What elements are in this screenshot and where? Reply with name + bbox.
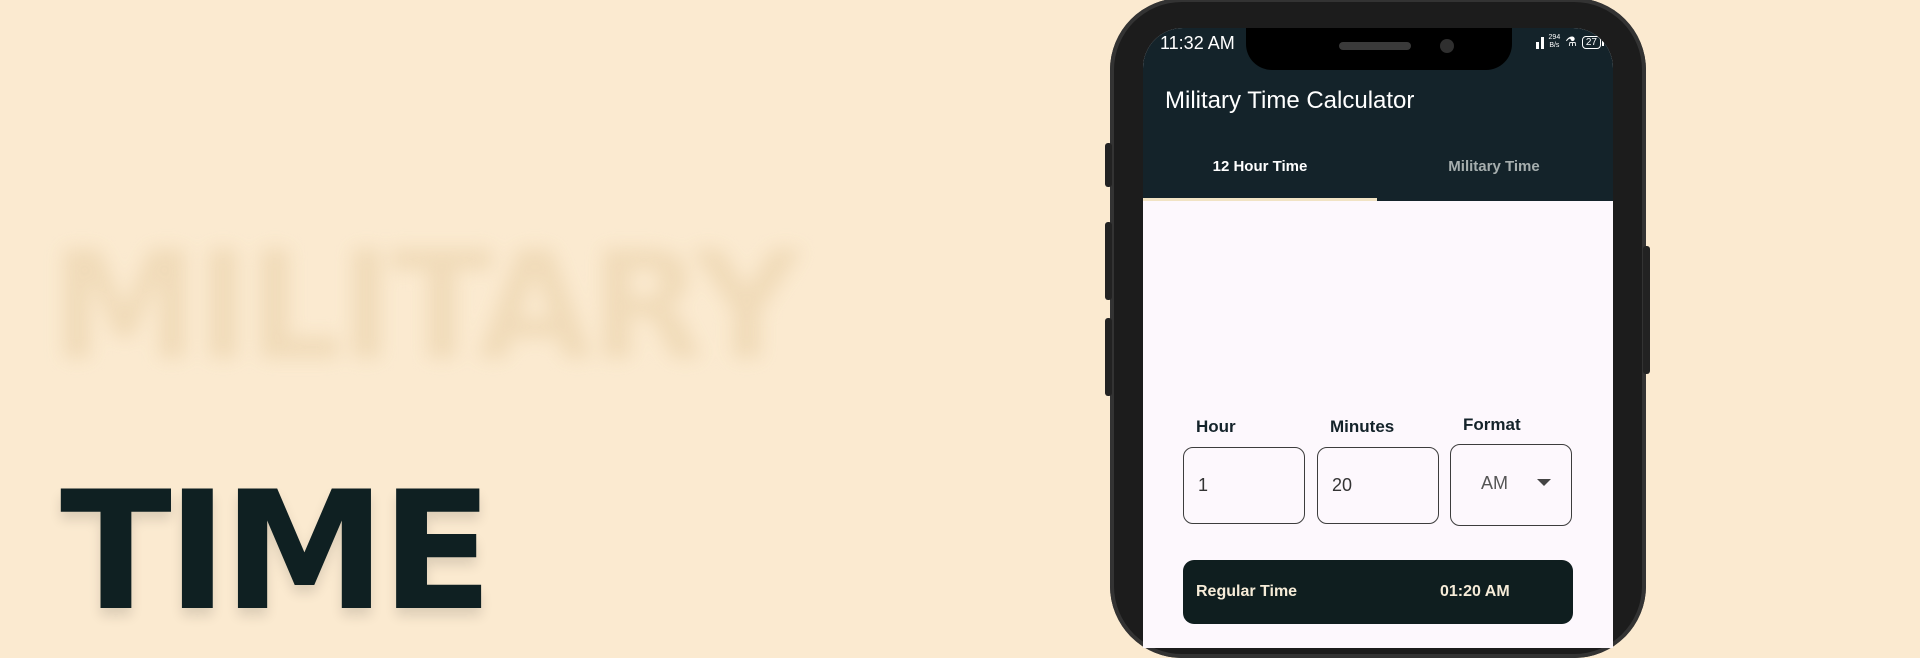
net-speed-unit: B/s <box>1549 42 1560 49</box>
format-label: Format <box>1463 415 1521 434</box>
status-icons: 294 B/s ⚗ 27 <box>1535 34 1605 50</box>
hour-field[interactable] <box>1183 447 1305 524</box>
format-select[interactable]: AM <box>1450 444 1572 526</box>
result-label: Regular Time <box>1196 583 1298 600</box>
phone-side-button <box>1105 143 1112 187</box>
phone-volume-up-button <box>1105 222 1112 300</box>
hour-label: Hour <box>1196 417 1236 436</box>
status-time: 11:32 AM <box>1160 33 1235 53</box>
net-speed-value: 294 <box>1548 34 1561 41</box>
minutes-label: Minutes <box>1330 417 1395 436</box>
notch <box>1246 28 1512 70</box>
ghost-headline: MILITARY <box>50 220 801 394</box>
minutes-field[interactable] <box>1317 447 1439 524</box>
hour-input[interactable] <box>1184 448 1304 523</box>
result-card: Regular Time 01:20 AM <box>1183 560 1573 624</box>
tab-12-hour-time[interactable]: 12 Hour Time <box>1143 158 1377 175</box>
phone-power-button <box>1643 246 1650 374</box>
flask-icon: ⚗ <box>1565 34 1577 49</box>
app-bar: 11:32 AM 294 B/s ⚗ 27 Military Time Calc… <box>1143 28 1613 201</box>
front-camera <box>1440 39 1454 53</box>
net-speed: 294 B/s <box>1549 34 1561 50</box>
battery-level: 27 <box>1585 36 1597 48</box>
battery-icon: 27 <box>1581 35 1605 49</box>
app-title: Military Time Calculator <box>1165 87 1415 114</box>
phone-screen: 11:32 AM 294 B/s ⚗ 27 Military Time Calc… <box>1143 28 1613 648</box>
minutes-input[interactable] <box>1318 448 1438 523</box>
result-value: 01:20 AM <box>1440 583 1510 600</box>
speaker <box>1339 42 1411 50</box>
format-selected-value: AM <box>1481 473 1508 493</box>
phone-volume-down-button <box>1105 318 1112 396</box>
chevron-down-icon <box>1537 479 1551 486</box>
tab-indicator <box>1143 198 1377 201</box>
signal-icon <box>1535 35 1544 49</box>
tab-military-time[interactable]: Military Time <box>1377 158 1611 175</box>
hero-headline: TIME <box>60 456 493 647</box>
